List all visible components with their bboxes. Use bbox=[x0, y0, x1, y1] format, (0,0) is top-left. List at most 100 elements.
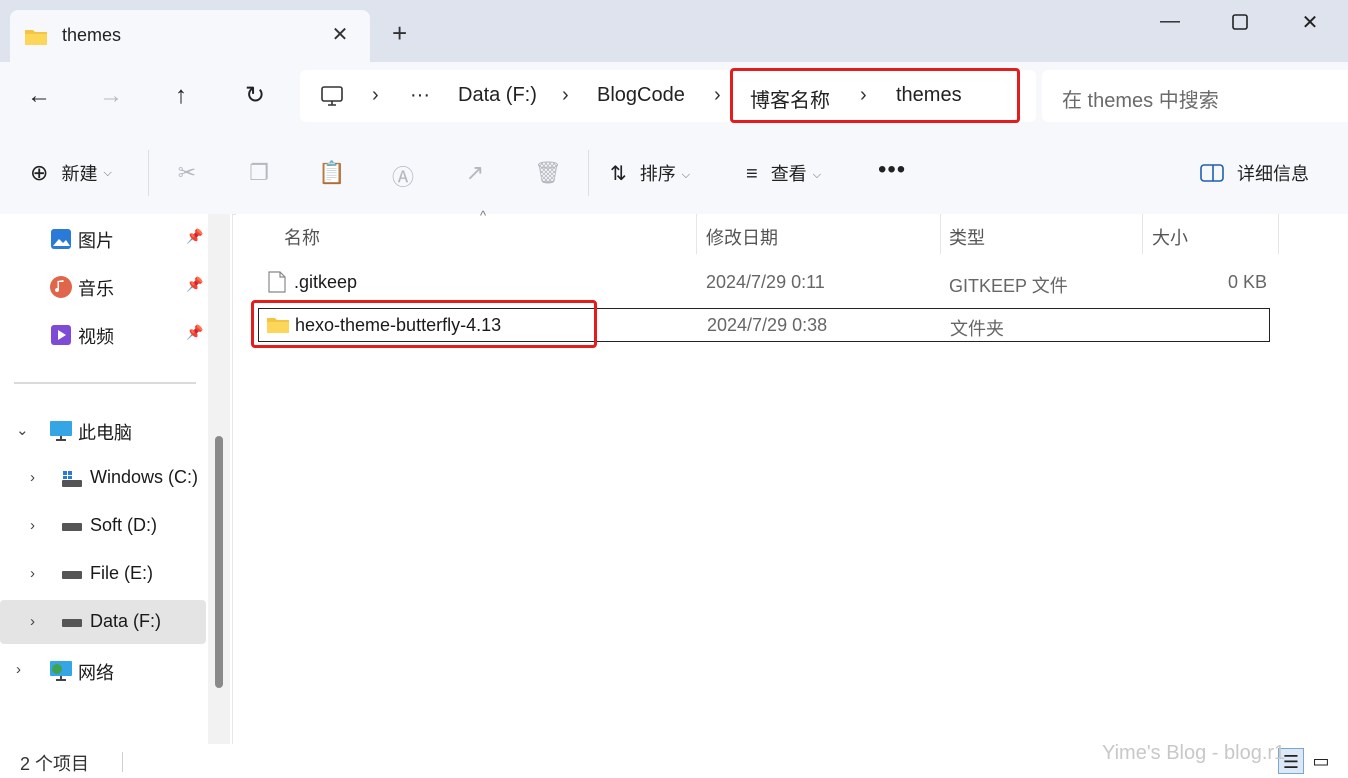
sort-ascending-icon: ^ bbox=[480, 208, 487, 223]
sidebar-item-pictures[interactable]: 图片 📌 bbox=[0, 216, 206, 260]
sidebar-item-label: 网络 bbox=[78, 663, 114, 683]
sidebar-item-label: File (E:) bbox=[90, 563, 153, 583]
divider bbox=[122, 752, 123, 772]
drive-icon bbox=[62, 571, 82, 579]
file-modified: 2024/7/29 0:38 bbox=[707, 315, 828, 335]
music-icon bbox=[50, 276, 72, 298]
sidebar-item-this-pc[interactable]: ⌄ 此电脑 bbox=[0, 408, 206, 452]
sidebar-item-label: 音乐 bbox=[78, 279, 114, 299]
chevron-down-icon[interactable]: ⌄ bbox=[16, 421, 29, 439]
copy-icon[interactable]: ❐ bbox=[246, 160, 272, 186]
maximize-icon[interactable] bbox=[1220, 10, 1260, 36]
breadcrumb-data-f[interactable]: Data (F:) bbox=[458, 84, 537, 107]
more-options-icon[interactable]: ••• bbox=[878, 156, 906, 184]
drive-icon bbox=[62, 619, 82, 627]
divider bbox=[588, 150, 589, 196]
file-size: 0 KB bbox=[1228, 272, 1268, 292]
new-tab-icon[interactable]: + bbox=[392, 20, 407, 46]
pin-icon[interactable]: 📌 bbox=[186, 324, 203, 341]
column-divider[interactable] bbox=[1142, 214, 1143, 254]
chevron-right-icon[interactable]: › bbox=[30, 469, 35, 486]
watermark: Yime's Blog - blog.r1 bbox=[1102, 742, 1286, 764]
file-modified: 2024/7/29 0:11 bbox=[706, 272, 825, 292]
sidebar-item-label: Soft (D:) bbox=[90, 515, 158, 535]
title-bar: themes ✕ + — ✕ bbox=[0, 0, 1348, 62]
chevron-right-icon[interactable]: › bbox=[16, 661, 21, 678]
pin-icon[interactable]: 📌 bbox=[186, 228, 203, 245]
minimize-icon[interactable]: — bbox=[1150, 10, 1190, 36]
column-header-size[interactable]: 大小 bbox=[1152, 224, 1188, 250]
column-header-type[interactable]: 类型 bbox=[949, 224, 985, 250]
sort-icon: ⇅ bbox=[610, 163, 627, 185]
command-bar: ⊕ 新建 ⌵ ✂ ❐ 📋 Ⓐ ↗ 🗑 ⇅ 排序 ⌵ ≡ 查看 ⌵ ••• 详细信息 bbox=[0, 130, 1348, 215]
file-icon bbox=[268, 271, 286, 293]
sidebar-item-label: Windows (C:) bbox=[90, 467, 199, 487]
sidebar-item-label: Data (F:) bbox=[90, 611, 162, 631]
divider bbox=[14, 382, 196, 384]
breadcrumb-blogcode[interactable]: BlogCode bbox=[597, 84, 685, 107]
chevron-right-icon[interactable]: › bbox=[714, 84, 721, 107]
divider bbox=[148, 150, 149, 196]
chevron-down-icon: ⌵ bbox=[812, 168, 822, 181]
forward-icon[interactable]: → bbox=[96, 84, 126, 114]
navigation-bar: ← → ↑ ↻ › ··· Data (F:) › BlogCode › 博客名… bbox=[0, 62, 1348, 130]
close-window-icon[interactable]: ✕ bbox=[1290, 10, 1330, 36]
drive-icon bbox=[62, 523, 82, 531]
view-button[interactable]: ≡ 查看 ⌵ bbox=[746, 160, 821, 186]
search-box[interactable]: 在 themes 中搜索 bbox=[1042, 70, 1348, 122]
column-header-modified[interactable]: 修改日期 bbox=[706, 224, 778, 250]
chevron-right-icon[interactable]: › bbox=[562, 84, 569, 107]
details-pane-icon bbox=[1200, 164, 1224, 182]
new-button[interactable]: ⊕ 新建 ⌵ bbox=[30, 160, 112, 186]
cut-icon[interactable]: ✂ bbox=[174, 160, 200, 186]
tiles-view-icon[interactable]: ▭ bbox=[1308, 748, 1334, 774]
sidebar-item-drive-e[interactable]: › File (E:) bbox=[0, 552, 206, 596]
file-list: ^ 名称 修改日期 类型 大小 .gitkeep 2024/7/29 0:11 … bbox=[236, 208, 1348, 744]
file-row[interactable]: .gitkeep 2024/7/29 0:11 GITKEEP 文件 0 KB bbox=[258, 266, 1270, 300]
tab-title: themes bbox=[62, 25, 122, 45]
view-label: 查看 bbox=[770, 164, 807, 184]
pictures-icon bbox=[51, 229, 71, 249]
breadcrumb-ellipsis[interactable]: ··· bbox=[410, 84, 430, 107]
folder-icon bbox=[25, 30, 47, 45]
pin-icon[interactable]: 📌 bbox=[186, 276, 203, 293]
share-icon[interactable]: ↗ bbox=[462, 160, 488, 186]
paste-icon[interactable]: 📋 bbox=[318, 160, 345, 186]
chevron-down-icon: ⌵ bbox=[681, 168, 691, 181]
search-input[interactable]: 在 themes 中搜索 bbox=[1062, 84, 1219, 113]
navigation-pane: 图片 📌 音乐 📌 视频 📌 ⌄ 此电脑 › Windows (C:) › So… bbox=[0, 214, 233, 744]
chevron-right-icon[interactable]: › bbox=[30, 565, 35, 582]
sidebar-item-network[interactable]: › 网络 bbox=[0, 648, 206, 692]
column-header-name[interactable]: 名称 bbox=[284, 224, 320, 250]
column-divider[interactable] bbox=[696, 214, 697, 254]
rename-icon[interactable]: Ⓐ bbox=[390, 160, 416, 192]
sidebar-item-drive-f[interactable]: › Data (F:) bbox=[0, 600, 206, 644]
this-pc-icon bbox=[50, 421, 72, 441]
chevron-right-icon[interactable]: › bbox=[30, 613, 35, 630]
close-tab-icon[interactable]: ✕ bbox=[328, 22, 352, 47]
column-divider[interactable] bbox=[940, 214, 941, 254]
sidebar-item-drive-d[interactable]: › Soft (D:) bbox=[0, 504, 206, 548]
back-icon[interactable]: ← bbox=[24, 84, 54, 114]
tab-themes[interactable]: themes ✕ bbox=[10, 10, 370, 62]
refresh-icon[interactable]: ↻ bbox=[240, 84, 270, 114]
details-pane-button[interactable]: 详细信息 bbox=[1200, 160, 1309, 186]
up-icon[interactable]: ↑ bbox=[166, 84, 196, 114]
item-count: 2 个项目 bbox=[20, 754, 90, 774]
network-icon bbox=[50, 661, 72, 681]
sidebar-item-music[interactable]: 音乐 📌 bbox=[0, 264, 206, 308]
chevron-down-icon: ⌵ bbox=[103, 166, 112, 179]
scrollbar-thumb[interactable] bbox=[215, 436, 223, 688]
sidebar-item-drive-c[interactable]: › Windows (C:) bbox=[0, 456, 206, 500]
computer-icon[interactable] bbox=[320, 84, 344, 108]
file-type: 文件夹 bbox=[950, 319, 1004, 339]
column-divider[interactable] bbox=[1278, 214, 1279, 254]
view-icon: ≡ bbox=[746, 163, 758, 185]
highlight-box bbox=[730, 68, 1020, 123]
chevron-right-icon[interactable]: › bbox=[30, 517, 35, 534]
sort-button[interactable]: ⇅ 排序 ⌵ bbox=[610, 160, 690, 186]
highlight-box bbox=[251, 300, 597, 348]
sidebar-item-videos[interactable]: 视频 📌 bbox=[0, 312, 206, 356]
chevron-right-icon[interactable]: › bbox=[372, 84, 379, 107]
delete-icon[interactable]: 🗑 bbox=[534, 160, 562, 186]
